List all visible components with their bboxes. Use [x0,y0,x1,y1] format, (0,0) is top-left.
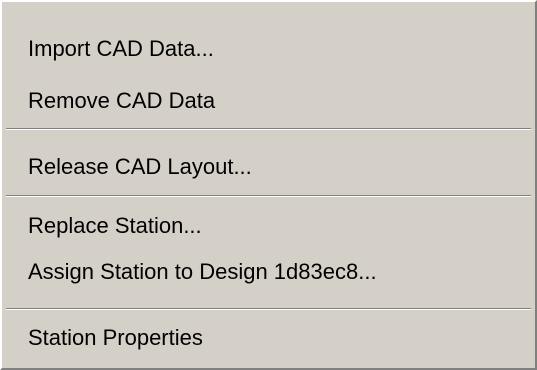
menu-separator [6,308,531,310]
menu-item-release-cad-layout[interactable]: Release CAD Layout... [28,152,531,182]
menu-item-assign-station-to-design[interactable]: Assign Station to Design 1d83ec8... [28,257,531,287]
menu-item-replace-station[interactable]: Replace Station... [28,211,531,241]
context-menu: Import CAD Data... Remove CAD Data Relea… [0,0,537,370]
menu-item-remove-cad-data[interactable]: Remove CAD Data [28,86,531,116]
menu-item-station-properties[interactable]: Station Properties [28,323,531,353]
menu-item-import-cad-data[interactable]: Import CAD Data... [28,34,531,64]
menu-separator [6,128,531,130]
menu-separator [6,195,531,197]
